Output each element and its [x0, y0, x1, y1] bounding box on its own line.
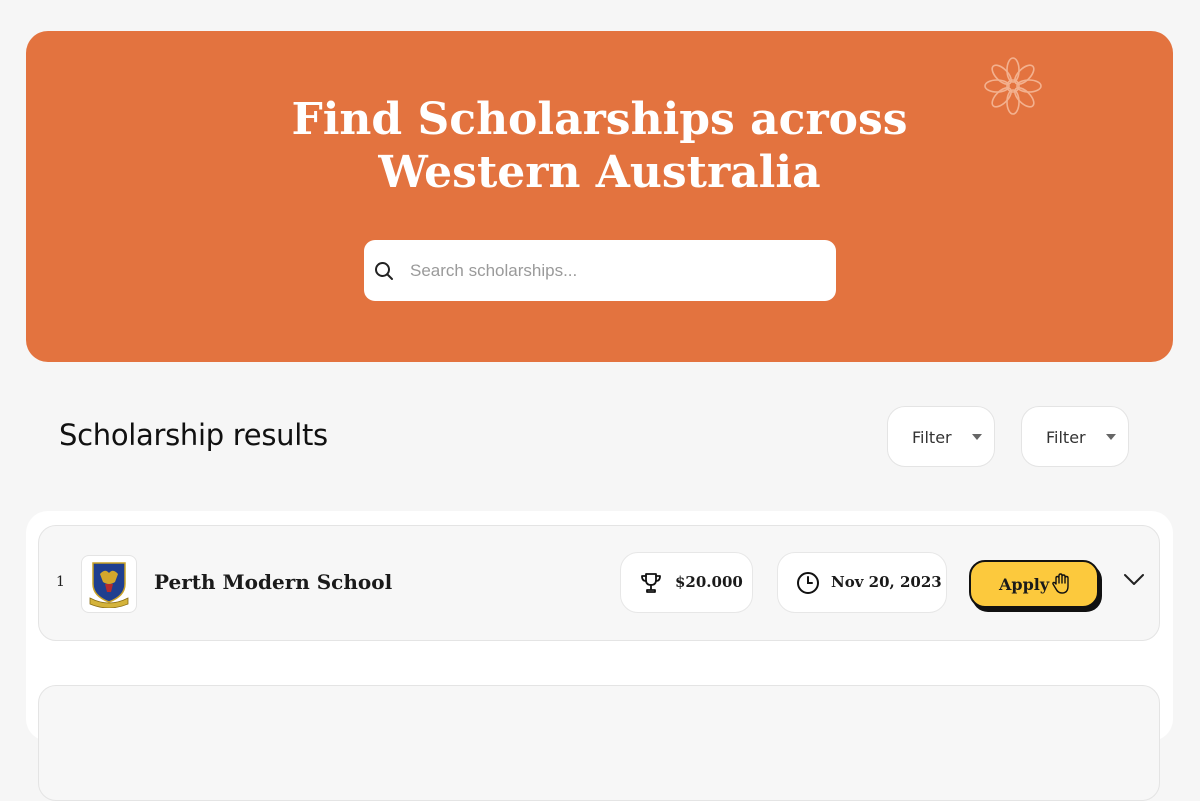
- school-crest-icon: [89, 562, 129, 608]
- flower-icon: [984, 57, 1042, 115]
- apply-button[interactable]: Apply: [969, 560, 1099, 608]
- trophy-icon: [641, 573, 661, 593]
- rank-number: 1: [56, 574, 65, 590]
- hero-title-line-1: Find Scholarships across: [291, 94, 908, 145]
- hero-title-line-2: Western Australia: [378, 147, 821, 198]
- scholarship-row[interactable]: 1 Perth Modern School $20.000 Nov 20, 20…: [38, 525, 1160, 641]
- results-title: Scholarship results: [59, 418, 328, 452]
- search-input[interactable]: [408, 254, 822, 288]
- caret-down-icon: [972, 434, 982, 440]
- amount-value: $20.000: [675, 573, 743, 591]
- deadline-chip: Nov 20, 2023: [777, 552, 947, 613]
- school-logo: [81, 555, 137, 613]
- scholarship-row[interactable]: [38, 685, 1160, 801]
- filter-label: Filter: [912, 428, 952, 447]
- chevron-down-icon[interactable]: [1123, 573, 1145, 587]
- hero-banner: Find Scholarships across Western Australi…: [26, 31, 1173, 362]
- search-icon: [375, 262, 393, 280]
- filter-dropdown-2[interactable]: Filter: [1021, 406, 1129, 467]
- search-bar[interactable]: [364, 240, 836, 301]
- clock-icon: [797, 572, 819, 594]
- filter-label: Filter: [1046, 428, 1086, 447]
- amount-chip: $20.000: [620, 552, 753, 613]
- apply-label: Apply: [999, 575, 1050, 594]
- school-name: Perth Modern School: [154, 570, 393, 594]
- filter-dropdown-1[interactable]: Filter: [887, 406, 995, 467]
- results-panel: 1 Perth Modern School $20.000 Nov 20, 20…: [26, 511, 1173, 801]
- deadline-value: Nov 20, 2023: [831, 573, 942, 591]
- hand-icon: [1052, 573, 1069, 594]
- caret-down-icon: [1106, 434, 1116, 440]
